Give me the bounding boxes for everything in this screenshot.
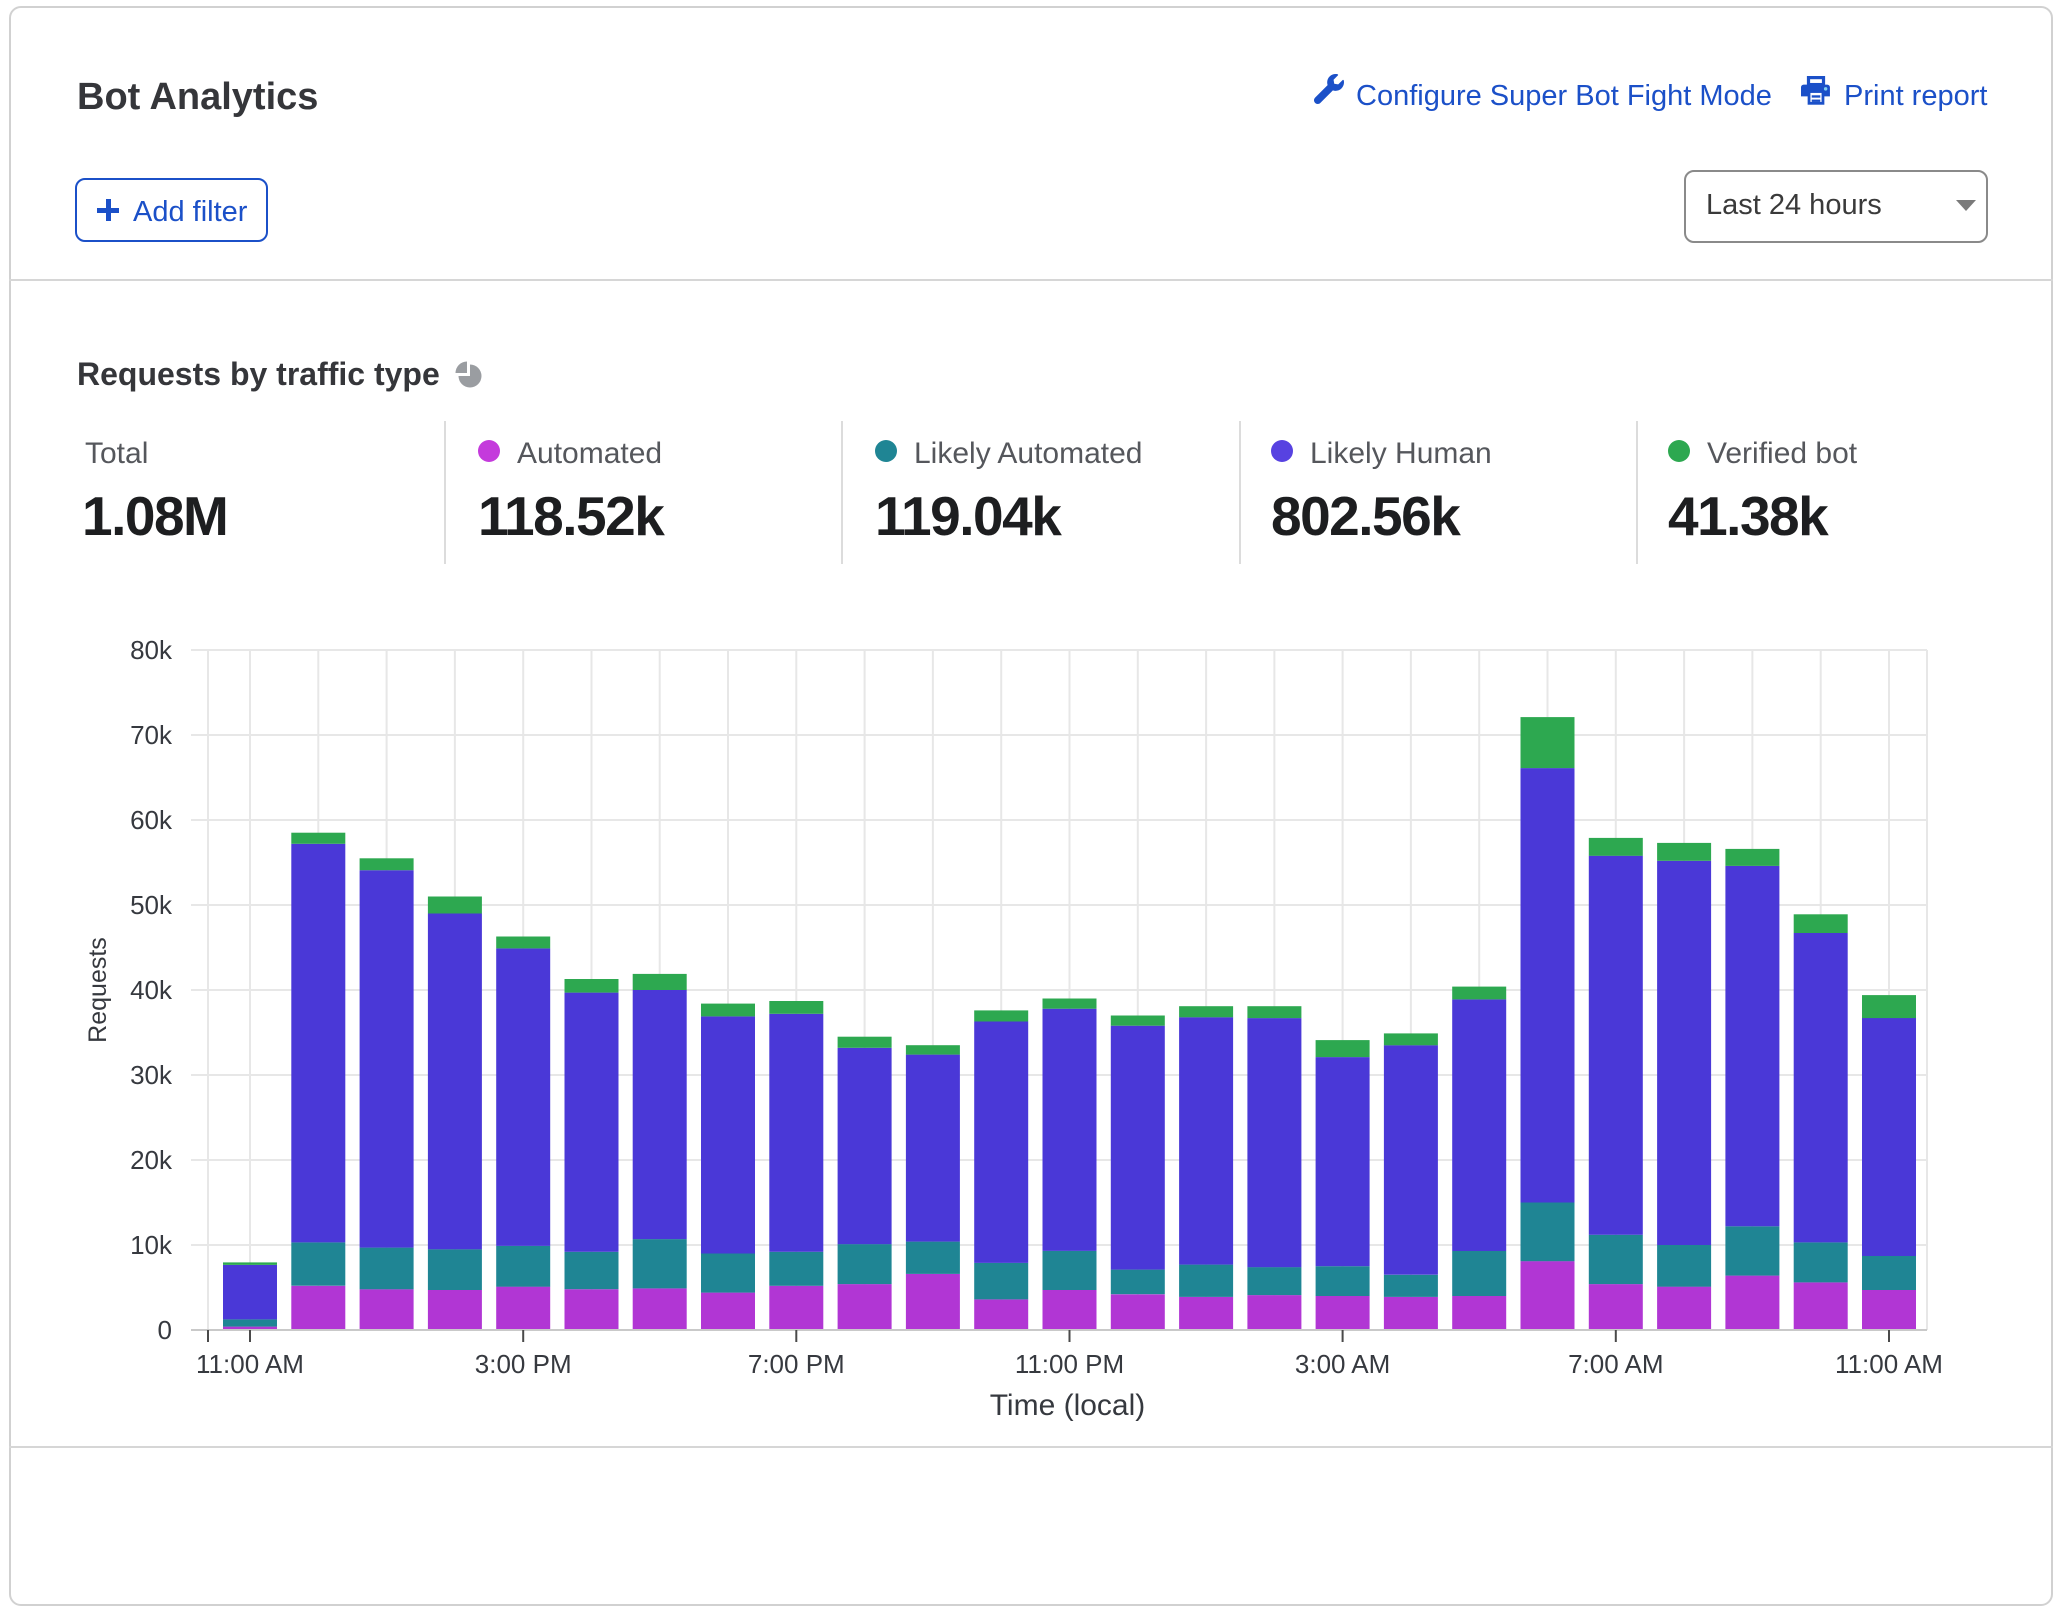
svg-text:20k: 20k bbox=[130, 1145, 173, 1175]
svg-text:11:00 AM: 11:00 AM bbox=[1835, 1349, 1943, 1379]
svg-text:80k: 80k bbox=[130, 635, 173, 665]
svg-text:50k: 50k bbox=[130, 890, 173, 920]
svg-text:7:00 AM: 7:00 AM bbox=[1568, 1349, 1663, 1379]
svg-text:0: 0 bbox=[158, 1315, 172, 1345]
svg-text:60k: 60k bbox=[130, 805, 173, 835]
svg-text:3:00 PM: 3:00 PM bbox=[475, 1349, 572, 1379]
svg-text:40k: 40k bbox=[130, 975, 173, 1005]
svg-text:10k: 10k bbox=[130, 1230, 173, 1260]
svg-text:11:00 PM: 11:00 PM bbox=[1015, 1349, 1124, 1379]
svg-text:30k: 30k bbox=[130, 1060, 173, 1090]
svg-text:Time (local): Time (local) bbox=[990, 1389, 1146, 1422]
svg-text:7:00 PM: 7:00 PM bbox=[748, 1349, 845, 1379]
svg-text:3:00 AM: 3:00 AM bbox=[1295, 1349, 1390, 1379]
svg-text:11:00 AM: 11:00 AM bbox=[196, 1349, 304, 1379]
svg-text:Requests: Requests bbox=[84, 937, 112, 1043]
svg-text:70k: 70k bbox=[130, 720, 173, 750]
